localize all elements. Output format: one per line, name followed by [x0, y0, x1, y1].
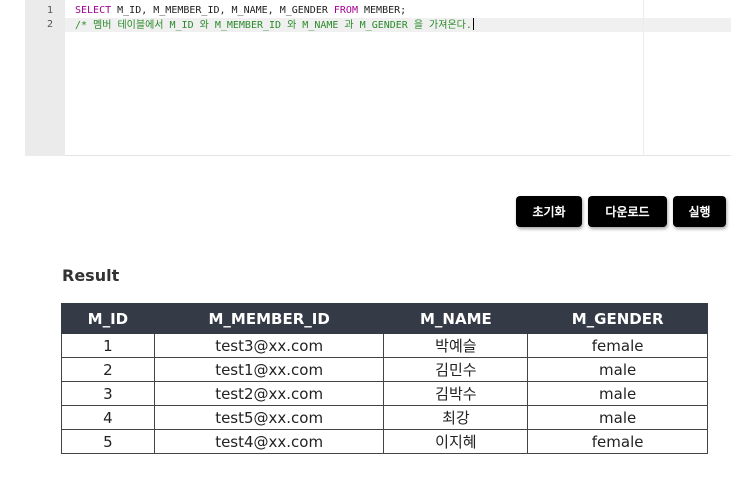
cell-m-gender: male	[527, 405, 708, 430]
cell-m-member-id: test2@xx.com	[153, 381, 385, 406]
sql-editor[interactable]: 1 2 SELECT M_ID, M_MEMBER_ID, M_NAME, M_…	[25, 0, 731, 156]
column-header-m-id: M_ID	[61, 303, 155, 334]
print-margin-ruler	[643, 0, 644, 156]
line-number: 1	[46, 5, 53, 16]
table-row: 4 test5@xx.com 최강 male	[61, 405, 708, 430]
code-line-1[interactable]: SELECT M_ID, M_MEMBER_ID, M_NAME, M_GEND…	[65, 4, 731, 18]
result-title: Result	[62, 266, 120, 285]
run-button[interactable]: 실행	[673, 196, 726, 227]
table-row: 5 test4@xx.com 이지혜 female	[61, 429, 708, 454]
code-comment: /* 멤버 테이블에서 M_ID 와 M_MEMBER_ID 와 M_NAME …	[75, 20, 472, 31]
cell-m-gender: male	[527, 381, 708, 406]
column-header-m-gender: M_GENDER	[527, 303, 708, 334]
keyword-from: FROM	[333, 5, 358, 16]
code-table: MEMBER;	[357, 5, 407, 16]
result-table: M_ID M_MEMBER_ID M_NAME M_GENDER 1 test3…	[61, 303, 708, 454]
line-number: 2	[46, 19, 53, 30]
reset-button[interactable]: 초기화	[516, 196, 582, 227]
table-row: 3 test2@xx.com 김박수 male	[61, 381, 708, 406]
cell-m-id: 4	[61, 405, 155, 430]
code-line-2[interactable]: /* 멤버 테이블에서 M_ID 와 M_MEMBER_ID 와 M_NAME …	[65, 18, 731, 32]
line-number-gutter: 1 2	[25, 0, 65, 156]
text-cursor	[472, 18, 474, 30]
keyword-select: SELECT	[75, 5, 112, 16]
column-header-m-name: M_NAME	[383, 303, 529, 334]
cell-m-member-id: test4@xx.com	[153, 429, 385, 454]
cell-m-name: 최강	[383, 405, 529, 430]
cell-m-id: 3	[61, 381, 155, 406]
cell-m-gender: male	[527, 357, 708, 382]
cell-m-gender: female	[527, 429, 708, 454]
table-row: 2 test1@xx.com 김민수 male	[61, 357, 708, 382]
cell-m-name: 김박수	[383, 381, 529, 406]
cell-m-member-id: test1@xx.com	[153, 357, 385, 382]
cell-m-name: 이지혜	[383, 429, 529, 454]
cell-m-id: 1	[61, 333, 155, 358]
code-area[interactable]: SELECT M_ID, M_MEMBER_ID, M_NAME, M_GEND…	[65, 0, 731, 156]
code-columns: M_ID, M_MEMBER_ID, M_NAME, M_GENDER	[111, 5, 334, 16]
cell-m-id: 2	[61, 357, 155, 382]
cell-m-gender: female	[527, 333, 708, 358]
cell-m-member-id: test5@xx.com	[153, 405, 385, 430]
table-header-row: M_ID M_MEMBER_ID M_NAME M_GENDER	[61, 303, 708, 334]
download-button[interactable]: 다운로드	[588, 196, 667, 227]
cell-m-id: 5	[61, 429, 155, 454]
cell-m-member-id: test3@xx.com	[153, 333, 385, 358]
column-header-m-member-id: M_MEMBER_ID	[153, 303, 385, 334]
table-row: 1 test3@xx.com 박예슬 female	[61, 333, 708, 358]
cell-m-name: 박예슬	[383, 333, 529, 358]
cell-m-name: 김민수	[383, 357, 529, 382]
